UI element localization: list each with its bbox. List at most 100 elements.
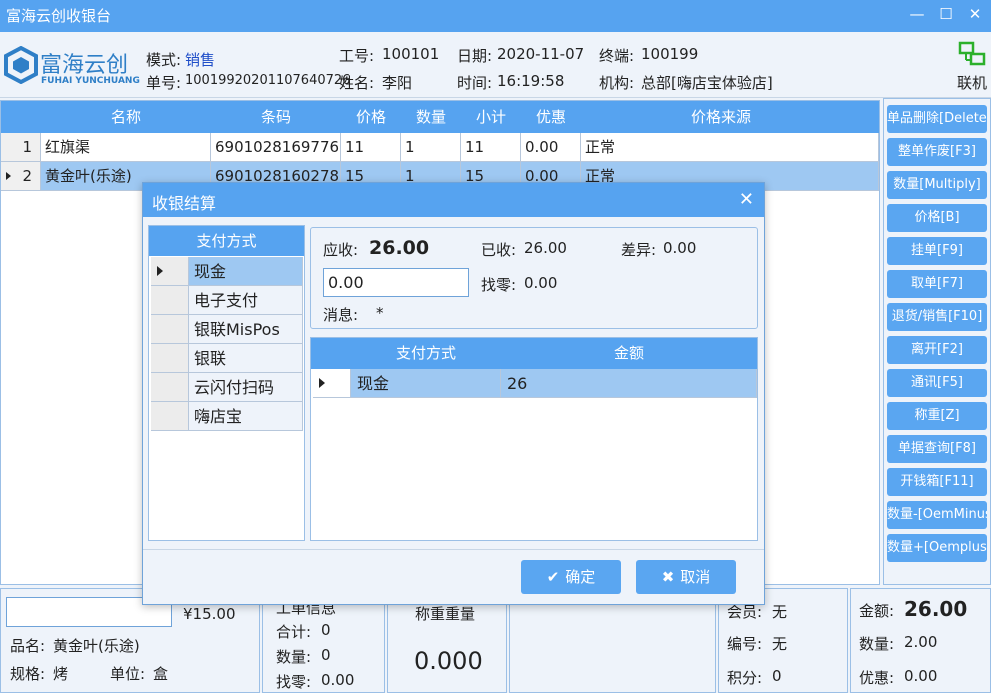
spec-value: 烤 (53, 665, 69, 683)
payment-method-list: 支付方式 现金 电子支付 银联MisPos 银联 云闪付扫码 嗨店宝 (148, 225, 305, 541)
payment-method-item[interactable]: 银联MisPos (149, 315, 304, 344)
logo-text-en: FUHAI YUNCHUANG (41, 76, 140, 86)
quantity-minus-button[interactable]: 数量-[OemMinus] (887, 501, 987, 529)
points-label: 积分: (727, 669, 763, 687)
function-button-panel: 单品删除[Delete] 整单作废[F3] 数量[Multiply] 价格[B]… (883, 98, 991, 585)
cell-name: 红旗渠 (41, 133, 211, 162)
shift-total-value: 0 (321, 621, 331, 639)
cell-discount: 0.00 (521, 133, 581, 162)
confirm-button[interactable]: ✔ 确定 (521, 560, 621, 594)
maximize-icon[interactable]: ☐ (934, 4, 958, 24)
row-pointer-icon (6, 172, 11, 180)
dialog-close-icon[interactable]: ✕ (739, 189, 754, 210)
payment-method-item[interactable]: 嗨店宝 (149, 402, 304, 431)
dialog-title: 收银结算 (152, 194, 217, 213)
col-subtotal: 小计 (475, 108, 506, 126)
table-row[interactable]: 1 红旗渠 6901028169776 11 1 11 0.00 正常 (1, 133, 879, 162)
row-index: 2 (1, 162, 41, 191)
quantity-button[interactable]: 数量[Multiply] (887, 171, 987, 199)
row-pointer-icon (319, 378, 325, 388)
weigh-button[interactable]: 称重[Z] (887, 402, 987, 430)
col-price-source: 价格来源 (690, 108, 751, 126)
row-pointer-icon (157, 266, 163, 276)
staff-id-value: 100101 (382, 45, 440, 63)
payment-records-table[interactable]: 支付方式 金额 现金 26 (310, 337, 758, 541)
check-icon: ✔ (546, 568, 560, 586)
communication-button[interactable]: 通讯[F5] (887, 369, 987, 397)
cell-subtotal: 11 (461, 133, 521, 162)
change-label: 找零: (481, 276, 517, 294)
row-selector (151, 315, 189, 344)
shift-change-label: 找零: (276, 673, 312, 691)
sum-qty-label: 数量: (859, 635, 895, 653)
staff-name-value: 李阳 (382, 74, 413, 92)
due-value: 26.00 (369, 237, 430, 259)
payment-method-label: 现金 (189, 257, 303, 286)
col-pay-amount: 金额 (613, 344, 644, 362)
org-value: 总部[嗨店宝体验店] (641, 74, 773, 92)
dialog-title-bar: 收银结算 ✕ (143, 183, 764, 217)
col-discount: 优惠 (535, 108, 566, 126)
minimize-icon[interactable]: — (905, 4, 929, 24)
logo-text-cn: 富海云创 (40, 53, 129, 78)
change-value: 0.00 (524, 274, 558, 292)
col-pay-method: 支付方式 (395, 344, 456, 362)
payment-records-header: 支付方式 金额 (311, 338, 757, 369)
network-connected-icon[interactable] (958, 41, 986, 67)
row-index-number: 2 (22, 167, 32, 185)
terminal-value: 100199 (641, 45, 699, 63)
order-query-button[interactable]: 单据查询[F8] (887, 435, 987, 463)
spec-label: 规格: (10, 665, 46, 683)
payment-method-label: 银联 (189, 344, 303, 373)
order-value: 10019920201107640726 (185, 73, 351, 88)
shift-qty-value: 0 (321, 646, 331, 664)
cell-barcode: 6901028169776 (211, 133, 341, 162)
amount-label: 金额: (859, 602, 895, 620)
cancel-button[interactable]: ✖ 取消 (636, 560, 736, 594)
leave-button[interactable]: 离开[F2] (887, 336, 987, 364)
message-label: 消息: (323, 306, 359, 324)
open-cash-drawer-button[interactable]: 开钱箱[F11] (887, 468, 987, 496)
cell-price-source: 正常 (581, 133, 879, 162)
hold-order-button[interactable]: 挂单[F9] (887, 237, 987, 265)
unit-value: 盒 (153, 665, 169, 683)
diff-label: 差异: (621, 241, 657, 259)
payment-method-list-header: 支付方式 (149, 226, 304, 256)
payment-method-label: 银联MisPos (189, 315, 303, 344)
payment-method-label: 云闪付扫码 (189, 373, 303, 402)
void-order-button[interactable]: 整单作废[F3] (887, 138, 987, 166)
points-value: 0 (772, 667, 782, 685)
sum-qty-value: 2.00 (904, 633, 938, 651)
payment-method-item[interactable]: 现金 (149, 257, 304, 286)
delete-item-button[interactable]: 单品删除[Delete] (887, 105, 987, 133)
tender-amount-input[interactable] (323, 268, 469, 297)
shift-qty-label: 数量: (276, 648, 312, 666)
sum-discount-label: 优惠: (859, 669, 895, 687)
mode-label: 模式: (146, 51, 182, 69)
network-status: 联机 (957, 74, 988, 92)
return-sale-button[interactable]: 退货/销售[F10] (887, 303, 987, 331)
row-selector (151, 344, 189, 373)
payment-method-item[interactable]: 云闪付扫码 (149, 373, 304, 402)
col-barcode: 条码 (260, 108, 291, 126)
confirm-label: 确定 (565, 568, 596, 586)
payment-method-item[interactable]: 电子支付 (149, 286, 304, 315)
close-x-icon: ✖ (661, 568, 675, 586)
scale-value: 0.000 (414, 647, 483, 675)
col-price: 价格 (355, 108, 386, 126)
payment-method-label: 电子支付 (189, 286, 303, 315)
cell-qty: 1 (401, 133, 461, 162)
member-value: 无 (772, 603, 788, 621)
col-name: 名称 (110, 108, 141, 126)
title-bar: 富海云创收银台 — ☐ ✕ (0, 0, 991, 32)
quantity-plus-button[interactable]: 数量+[Oemplus] (887, 534, 987, 562)
received-label: 已收: (481, 241, 517, 259)
window-title: 富海云创收银台 (6, 7, 112, 25)
payment-method-item[interactable]: 银联 (149, 344, 304, 373)
mode-value: 销售 (185, 51, 216, 69)
retrieve-order-button[interactable]: 取单[F7] (887, 270, 987, 298)
close-icon[interactable]: ✕ (963, 4, 987, 24)
cell-price: 11 (341, 133, 401, 162)
price-button[interactable]: 价格[B] (887, 204, 987, 232)
date-value: 2020-11-07 (497, 45, 585, 63)
